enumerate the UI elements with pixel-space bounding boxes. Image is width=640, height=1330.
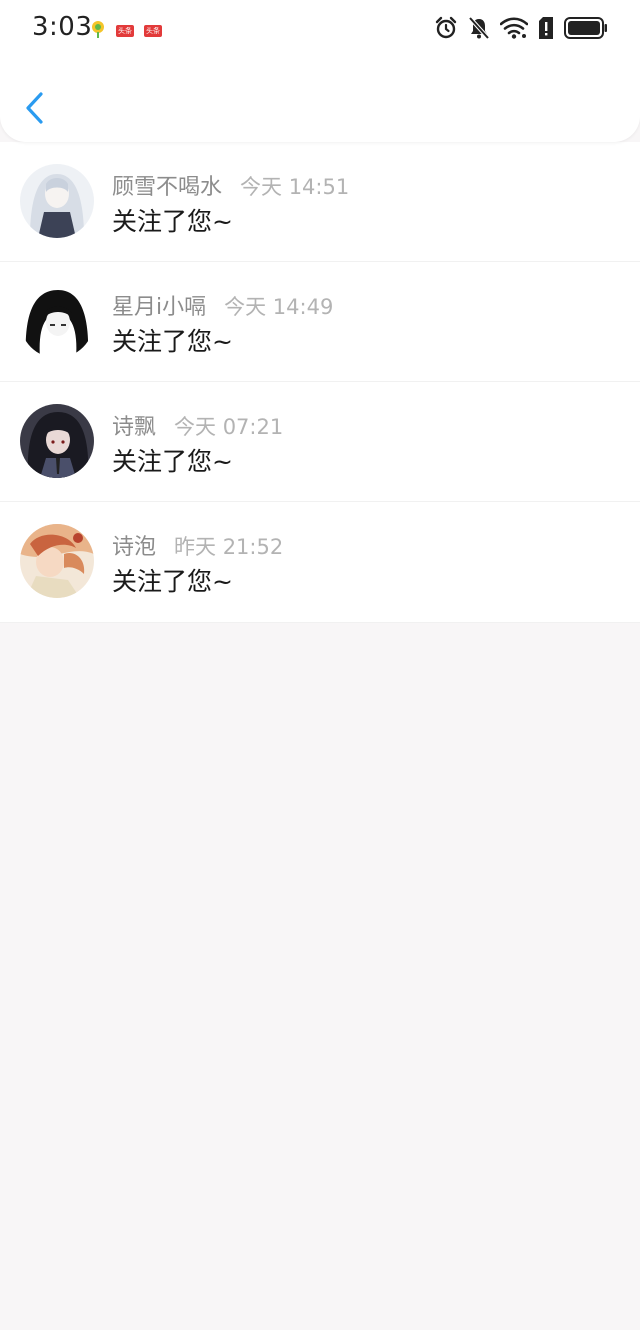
avatar[interactable] [20,164,94,238]
user-name[interactable]: 诗泡 [112,529,156,561]
news-app-badge-icon-2: 头条 [144,25,162,37]
avatar[interactable] [20,524,94,598]
news-app-badge-icon: 头条 [116,25,134,37]
notification-list: 顾雪不喝水 今天 14:51 关注了您~ 星月i小嗝 今天 14:49 关注了您… [0,142,640,623]
status-left-icons: 头条 头条 [90,20,162,42]
sim-alert-icon [538,17,554,43]
list-item[interactable]: 星月i小嗝 今天 14:49 关注了您~ [0,262,640,382]
item-meta: 诗飘 今天 07:21 [112,409,283,441]
wifi-icon [499,17,529,43]
back-button[interactable] [22,90,52,126]
item-meta: 星月i小嗝 今天 14:49 [112,289,333,321]
message-text: 关注了您~ [112,447,233,476]
status-right-icons [434,16,608,44]
battery-icon [564,17,608,43]
timestamp: 今天 14:49 [224,295,334,319]
list-item[interactable]: 诗飘 今天 07:21 关注了您~ [0,382,640,502]
timestamp: 今天 14:51 [240,175,350,199]
weather-icon [90,20,106,42]
item-meta: 顾雪不喝水 今天 14:51 [112,169,349,201]
user-name[interactable]: 顾雪不喝水 [112,169,222,201]
list-item[interactable]: 顾雪不喝水 今天 14:51 关注了您~ [0,142,640,262]
status-bar: 3:03 头条 头条 [0,0,640,60]
avatar[interactable] [20,284,94,358]
status-time: 3:03 [32,12,93,42]
bell-muted-icon [468,16,490,44]
chevron-left-icon [26,92,43,124]
message-text: 关注了您~ [112,567,233,596]
user-name[interactable]: 星月i小嗝 [112,289,206,321]
timestamp: 昨天 21:52 [174,535,284,559]
alarm-icon [434,16,458,44]
timestamp: 今天 07:21 [174,415,284,439]
message-text: 关注了您~ [112,207,233,236]
screen: 3:03 头条 头条 顾雪不喝水 今天 14:51 关注了您~ 星月i小嗝 今天… [0,0,640,1330]
message-text: 关注了您~ [112,327,233,356]
item-meta: 诗泡 昨天 21:52 [112,529,283,561]
top-bar: 3:03 头条 头条 [0,0,640,142]
user-name[interactable]: 诗飘 [112,409,156,441]
avatar[interactable] [20,404,94,478]
list-item[interactable]: 诗泡 昨天 21:52 关注了您~ [0,502,640,623]
